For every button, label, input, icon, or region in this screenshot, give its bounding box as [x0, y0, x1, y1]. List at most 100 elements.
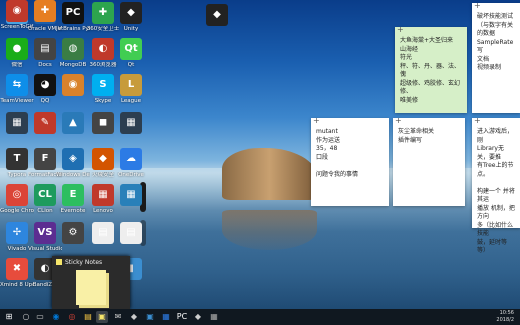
sticky-note-header[interactable]: + — [393, 116, 465, 126]
desktop-icon-label: Lenovo — [93, 208, 113, 214]
desktop-icon[interactable]: L League — [114, 74, 148, 105]
app-icon: ◎ — [6, 184, 28, 206]
taskbar-app-icon[interactable]: ▦ — [208, 311, 220, 323]
sticky-note[interactable]: + 破坏技能测试 （与数字有关的数据 SampleRate写 文档 视频录制 — [472, 1, 520, 113]
sticky-note-header[interactable]: + — [472, 1, 520, 11]
desktop-icon[interactable]: ◆ Unity — [114, 2, 148, 33]
taskbar-app-icon[interactable]: ○ — [20, 311, 32, 323]
taskbar-app-icon[interactable]: ▭ — [34, 311, 46, 323]
app-icon: ◆ — [92, 148, 114, 170]
app-icon: ✢ — [6, 222, 28, 244]
app-icon: F — [34, 148, 56, 170]
app-icon: E — [62, 184, 84, 206]
sticky-note-header[interactable]: + — [395, 25, 467, 35]
app-icon: ☁ — [120, 148, 142, 170]
app-icon: ◈ — [62, 148, 84, 170]
desktop-icon[interactable]: ⚙ — [56, 222, 90, 246]
app-icon: ◍ — [62, 38, 84, 60]
rock-arch — [222, 148, 317, 200]
desktop-icon-label: League — [120, 98, 142, 104]
desktop-icon-label: JetBrains PyCharm — [56, 26, 90, 32]
clock-time: 10:56 — [499, 310, 514, 316]
sticky-note-text[interactable]: 灰尘革命相关 插件编写 — [398, 128, 460, 145]
taskbar-app-icon[interactable]: ◉ — [50, 311, 62, 323]
desktop-icon-top[interactable]: ◆ — [200, 4, 234, 28]
sticky-note[interactable]: + 大鱼海棠+大圣归来 山海经 符光 秤、符、丹、器、法、傀 超级修、鸡胶修、玄幻… — [395, 25, 467, 113]
add-note-icon[interactable]: + — [313, 116, 320, 126]
app-icon: ◆ — [120, 2, 142, 24]
clock-date: 2018/2 — [496, 316, 514, 323]
taskbar-app-icon[interactable]: PC — [176, 311, 188, 323]
unity-icon: ◆ — [206, 4, 228, 26]
app-icon: ◉ — [62, 74, 84, 96]
sticky-note[interactable]: + 灰尘革命相关 插件编写 — [393, 116, 465, 206]
taskbar-app-icon[interactable]: ▤ — [82, 311, 94, 323]
add-note-icon[interactable]: + — [395, 116, 402, 126]
desktop-icon-label: Evernote — [60, 208, 86, 214]
app-icon: ▦ — [6, 112, 28, 134]
app-icon: PC — [62, 2, 84, 24]
desktop-icon[interactable]: ▤ — [114, 222, 148, 246]
app-icon: ✎ — [34, 112, 56, 134]
desktop-icon[interactable]: ◍ MongoDB — [56, 38, 90, 69]
sticky-notes-window-preview[interactable] — [76, 270, 106, 305]
app-icon: ▦ — [120, 112, 142, 134]
app-icon: ▤ — [92, 222, 114, 244]
add-note-icon[interactable]: + — [474, 1, 481, 11]
app-icon: ▲ — [62, 112, 84, 134]
sticky-notes-thumbnail-popup[interactable]: Sticky Notes — [52, 256, 130, 309]
desktop-icon[interactable]: ☁ OneDrive — [114, 148, 148, 179]
desktop-icon-label: QQ — [40, 98, 50, 104]
desktop-icon-label: Unity — [123, 26, 139, 32]
sticky-note-header[interactable]: + — [472, 116, 520, 126]
taskbar-app-icon[interactable]: ✉ — [112, 311, 124, 323]
sticky-note-text[interactable]: 大鱼海棠+大圣归来 山海经 符光 秤、符、丹、器、法、傀 超级修、鸡胶修、玄幻修… — [400, 37, 462, 105]
desktop-icon-label: OneDrive — [118, 172, 144, 178]
desktop-icon[interactable]: ▲ — [56, 112, 90, 136]
app-icon: VS — [34, 222, 56, 244]
sticky-note-text[interactable]: 进入游戏后，刚 Library无关，要推 有Tree上的节点。 构建一个 并将其… — [477, 128, 515, 256]
sticky-note[interactable]: + mutant 作为运送 35，48 口段 问题令我的事情 — [311, 116, 389, 206]
desktop-icon[interactable]: Qt Qt — [114, 38, 148, 69]
app-icon: S — [92, 74, 114, 96]
app-icon: Qt — [120, 38, 142, 60]
app-icon: ⇆ — [6, 74, 28, 96]
sticky-note[interactable]: + 进入游戏后，刚 Library无关，要推 有Tree上的节点。 构建一个 并将… — [472, 116, 520, 254]
start-button[interactable]: ⊞ — [3, 311, 15, 323]
clock[interactable]: 10:56 2018/2 — [496, 310, 514, 323]
app-icon: ◐ — [92, 38, 114, 60]
desktop-icon-label: ScreenToGif — [0, 24, 34, 30]
app-icon: ✚ — [34, 0, 56, 22]
add-note-icon[interactable]: + — [474, 116, 481, 126]
sticky-note-header[interactable]: + — [311, 116, 389, 126]
taskbar-app-icon[interactable]: ▦ — [160, 311, 172, 323]
desktop-icon[interactable]: ◉ — [56, 74, 90, 98]
sticky-note-text[interactable]: mutant 作为运送 35，48 口段 问题令我的事情 — [316, 128, 384, 179]
app-icon: ● — [6, 38, 28, 60]
desktop-icon[interactable]: ◈ Windows Defender — [56, 148, 90, 179]
sticky-notes-icon — [56, 259, 62, 265]
add-note-icon[interactable]: + — [397, 25, 404, 35]
app-icon: ▤ — [120, 222, 142, 244]
taskbar-app-icon[interactable]: ◎ — [66, 311, 78, 323]
app-icon: ✚ — [92, 2, 114, 24]
desktop-icon[interactable]: ▦ — [114, 112, 148, 136]
app-icon: T — [6, 148, 28, 170]
app-icon: L — [120, 74, 142, 96]
sticky-note-text[interactable]: 破坏技能测试 （与数字有关的数据 SampleRate写 文档 视频录制 — [477, 13, 515, 73]
app-icon: ▤ — [34, 38, 56, 60]
desktop-icon[interactable]: E Evernote — [56, 184, 90, 215]
taskbar-app-icon[interactable]: ▣ — [96, 311, 108, 323]
desktop-icon[interactable]: ▦ — [114, 184, 148, 208]
desktop-icon-label: Windows Defender — [56, 172, 90, 178]
app-icon: CL — [34, 184, 56, 206]
taskbar-app-icon[interactable]: ▣ — [144, 311, 156, 323]
app-icon: ◼ — [92, 112, 114, 134]
app-icon: ✖ — [6, 258, 28, 280]
taskbar-app-icon[interactable]: ◆ — [128, 311, 140, 323]
taskbar: ⊞ ○ ▭ ◉ ◎ ▤ ▣ ✉ ◆ ▣ ▦ PC ◆ ▦ 10:56 2018/2 — [0, 309, 520, 325]
app-icon: ⚙ — [62, 222, 84, 244]
desktop-icon-label: Qt — [127, 62, 135, 68]
desktop-icon[interactable]: ✚ — [28, 0, 62, 24]
taskbar-app-icon[interactable]: ◆ — [192, 311, 204, 323]
